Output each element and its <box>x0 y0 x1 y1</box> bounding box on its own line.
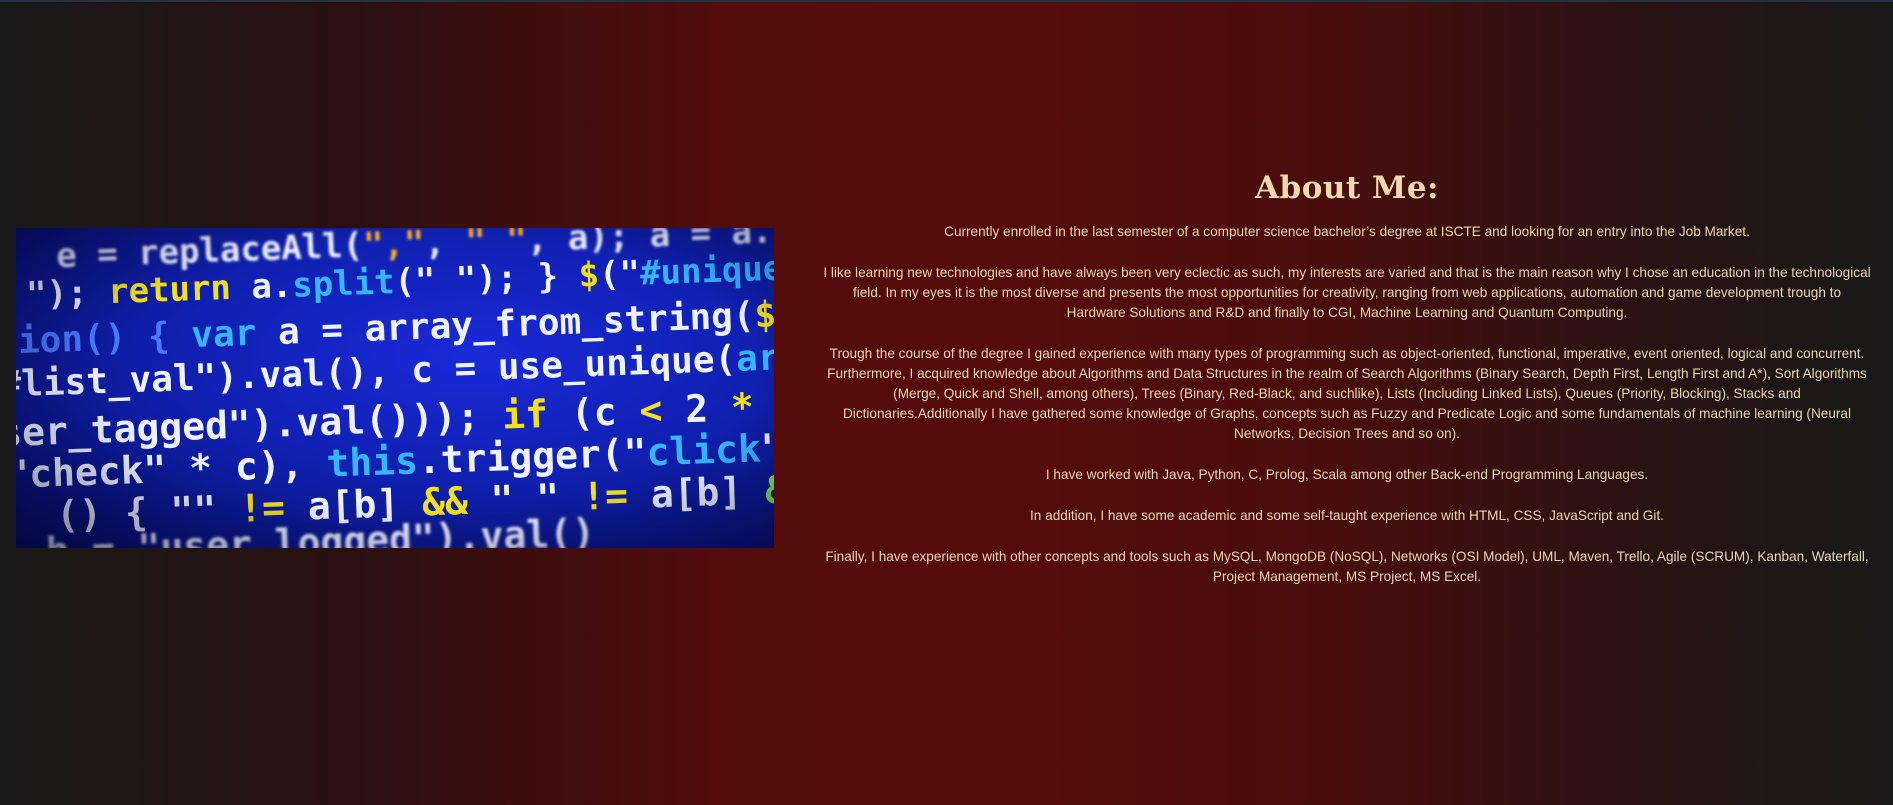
code-token: $ <box>753 294 774 337</box>
code-token: return <box>107 267 232 313</box>
code-token: e = <box>55 233 139 277</box>
code-token: 2 <box>661 385 732 432</box>
code-token: && <box>764 466 774 513</box>
code-token: (" <box>598 253 641 295</box>
code-token: "); <box>25 272 109 315</box>
code-token: (" "); } <box>393 255 580 303</box>
code-token: click <box>645 426 762 475</box>
top-border <box>0 0 1893 2</box>
code-token: "," <box>362 228 426 266</box>
code-token: b - 1) { <box>753 377 774 429</box>
about-section: About Me: Currently enrolled in the last… <box>822 170 1872 608</box>
code-token: if <box>501 392 549 438</box>
code-token: "); } <box>760 422 774 471</box>
code-token: < <box>638 388 664 433</box>
code-token: (c <box>547 388 641 436</box>
code-token: , <box>423 228 467 264</box>
code-token: var <box>190 312 257 356</box>
code-token: ( <box>732 295 756 338</box>
code-token: $ <box>577 255 600 296</box>
about-paragraph-web: In addition, I have some academic and so… <box>1030 508 1664 523</box>
about-paragraph-interests: I like learning new technologies and hav… <box>823 265 1871 320</box>
code-token: a[b] <box>627 468 766 518</box>
code-screenshot-image: e = replaceAll(",", " ", a); a = a.repla… <box>16 228 774 548</box>
about-paragraph-degree: Trough the course of the degree I gained… <box>827 346 1867 441</box>
about-paragraph-tools: Finally, I have experience with other co… <box>825 549 1869 584</box>
code-token: * <box>730 384 755 430</box>
code-token: a = <box>255 308 366 354</box>
code-token: #unique <box>639 248 774 294</box>
code-token: ( <box>713 338 737 381</box>
code-token: tion() { <box>16 315 171 363</box>
code-token: split <box>291 262 396 306</box>
code-token: array_from_a <box>735 329 774 380</box>
about-paragraph-backend: I have worked with Java, Python, C, Prol… <box>1045 467 1649 482</box>
code-token: this <box>325 438 419 486</box>
code-token: repla <box>771 228 774 252</box>
code-token: ( <box>341 228 364 267</box>
about-heading: About Me: <box>1254 170 1440 206</box>
code-token: a. <box>230 265 293 308</box>
about-paragraph-enrollment: Currently enrolled in the last semester … <box>944 224 1750 239</box>
code-token: use_unique <box>497 339 716 389</box>
